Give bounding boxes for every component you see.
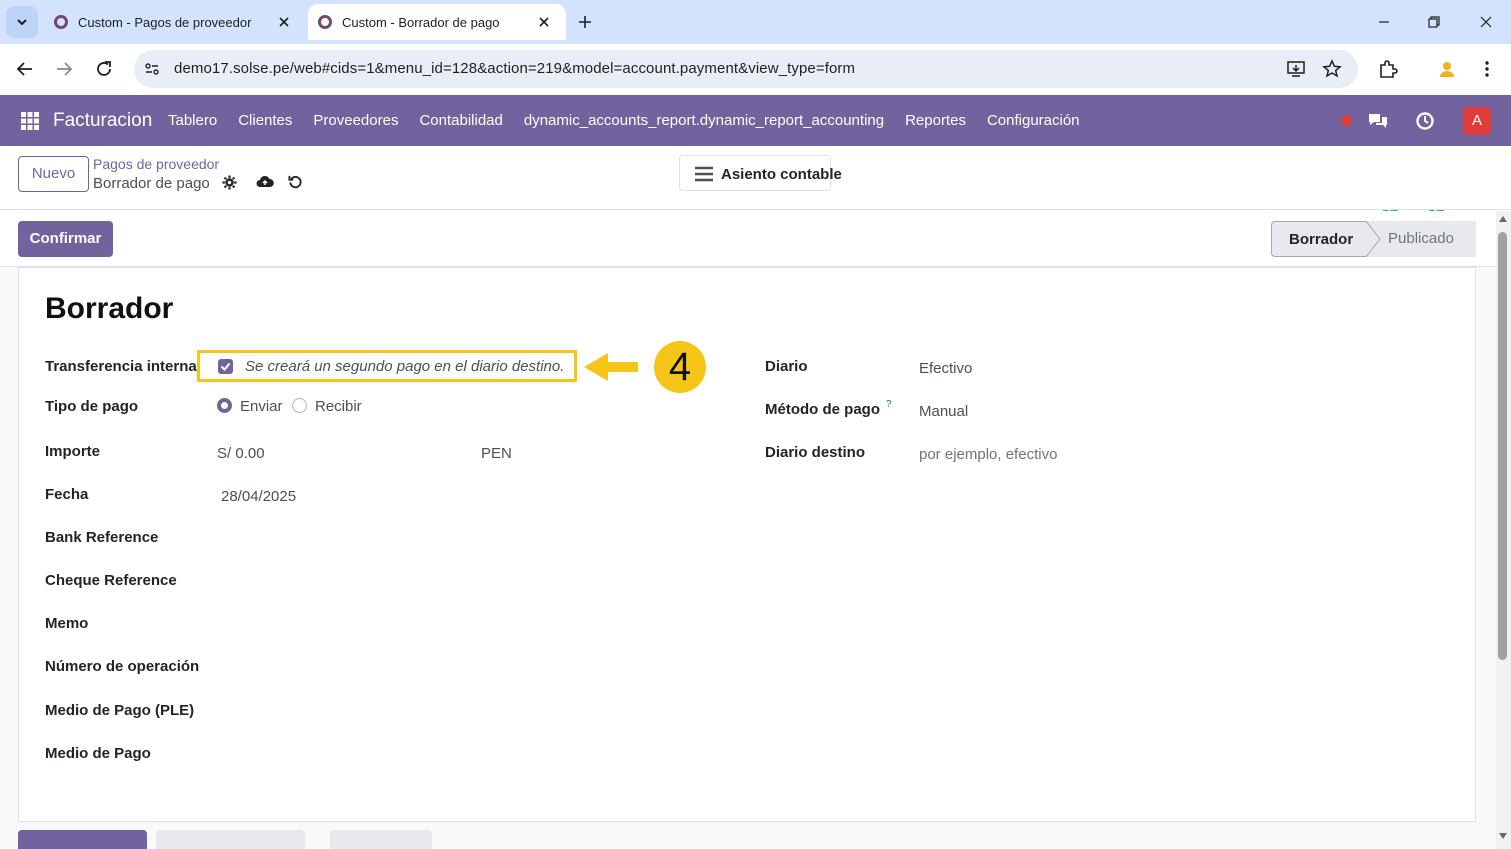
checkmark-icon: [220, 362, 231, 371]
url-text: demo17.solse.pe/web#cids=1&menu_id=128&a…: [174, 60, 856, 77]
scroll-thumb[interactable]: [1498, 232, 1507, 660]
journal-select[interactable]: Efectivo: [919, 360, 972, 377]
cloud-upload-icon[interactable]: [256, 174, 274, 189]
chevron-down-icon: [17, 19, 27, 26]
log-note-button[interactable]: [156, 830, 305, 849]
menu-item-proveedores[interactable]: Proveedores: [313, 112, 398, 129]
breadcrumb-current: Borrador de pago: [93, 175, 210, 192]
confirm-button[interactable]: Confirmar: [18, 221, 113, 257]
odoo-favicon-icon: [54, 15, 68, 29]
stage-borrador: Borrador: [1271, 221, 1367, 257]
chat-bubbles-icon[interactable]: [1367, 111, 1389, 131]
payment-medium-label: Medio de Pago: [45, 745, 151, 762]
journal-label: Diario: [765, 358, 808, 375]
status-dot-icon[interactable]: [1340, 114, 1353, 127]
restore-icon[interactable]: [1424, 12, 1444, 32]
forward-arrow-icon[interactable]: [53, 58, 75, 80]
install-app-icon[interactable]: [1286, 59, 1306, 79]
destination-journal-input[interactable]: por ejemplo, efectivo: [919, 446, 1057, 463]
close-icon[interactable]: [276, 14, 292, 30]
apps-grid-icon[interactable]: [20, 111, 40, 131]
odoo-navbar: Facturacion Tablero Clientes Proveedores…: [0, 95, 1511, 217]
internal-transfer-highlight: Se creará un segundo pago en el diario d…: [197, 350, 577, 382]
memo-label: Memo: [45, 615, 89, 632]
address-bar[interactable]: demo17.solse.pe/web#cids=1&menu_id=128&a…: [134, 50, 1358, 88]
plus-icon[interactable]: [575, 12, 595, 32]
tab-title: Custom - Borrador de pago: [342, 14, 500, 30]
payment-method-label: Método de pago: [765, 401, 880, 418]
tab-title: Custom - Pagos de proveedor: [78, 14, 252, 30]
main-menu: Tablero Clientes Proveedores Contabilida…: [168, 112, 1101, 129]
journal-entry-button[interactable]: Asiento contable: [679, 155, 842, 191]
site-settings-icon[interactable]: [142, 59, 162, 79]
ple-payment-method-label: Medio de Pago (PLE): [45, 702, 195, 719]
amount-input[interactable]: S/ 0.00: [217, 445, 265, 462]
minimize-icon[interactable]: [1374, 12, 1394, 32]
user-avatar[interactable]: A: [1463, 107, 1491, 135]
discard-undo-icon[interactable]: [288, 174, 303, 189]
currency-field[interactable]: PEN: [481, 445, 512, 462]
extensions-icon[interactable]: [1377, 58, 1399, 80]
stage-arrow-icon: [1366, 221, 1381, 257]
app-brand[interactable]: Facturacion: [53, 110, 152, 132]
radio-recibir[interactable]: [292, 398, 307, 413]
control-panel: Nuevo Pagos de proveedor Borrador de pag…: [0, 146, 1511, 210]
record-title: Borrador: [45, 292, 174, 325]
date-input[interactable]: 28/04/2025: [221, 488, 296, 505]
back-arrow-icon[interactable]: [14, 58, 36, 80]
gear-icon[interactable]: [222, 175, 237, 190]
browser-toolbar: demo17.solse.pe/web#cids=1&menu_id=128&a…: [0, 44, 1511, 95]
menu-item-contabilidad[interactable]: Contabilidad: [419, 112, 502, 129]
operation-number-label: Número de operación: [45, 658, 200, 675]
activities-button[interactable]: [330, 830, 432, 849]
menu-item-tablero[interactable]: Tablero: [168, 112, 217, 129]
tab-search-dropdown[interactable]: [6, 6, 38, 38]
scroll-down-icon[interactable]: [1499, 833, 1507, 839]
annotation-step-badge: 4: [654, 341, 706, 393]
close-icon[interactable]: [536, 14, 552, 30]
journal-entry-label: Asiento contable: [721, 166, 842, 183]
form-statusbar: Confirmar Borrador Publicado: [0, 211, 1496, 267]
menu-item-reportes[interactable]: Reportes: [905, 112, 966, 129]
payment-method-select[interactable]: Manual: [919, 403, 968, 420]
close-window-icon[interactable]: [1476, 12, 1496, 32]
menu-item-configuracion[interactable]: Configuración: [987, 112, 1080, 129]
help-tooltip-icon[interactable]: ?: [886, 399, 892, 410]
list-lines-icon: [695, 166, 713, 182]
date-label: Fecha: [45, 486, 89, 503]
radio-recibir-label[interactable]: Recibir: [315, 398, 362, 415]
menu-item-clientes[interactable]: Clientes: [238, 112, 292, 129]
internal-transfer-label: Transferencia interna: [45, 358, 197, 375]
browser-tab-pagos[interactable]: Custom - Pagos de proveedor: [44, 4, 306, 40]
cheque-reference-label: Cheque Reference: [45, 572, 177, 589]
scroll-up-icon[interactable]: [1499, 216, 1507, 222]
bookmark-star-icon[interactable]: [1322, 59, 1342, 79]
kebab-menu-icon[interactable]: [1476, 58, 1498, 80]
internal-transfer-checkbox[interactable]: [218, 359, 233, 374]
profile-icon[interactable]: [1436, 58, 1458, 80]
amount-label: Importe: [45, 443, 101, 460]
radio-enviar[interactable]: [217, 398, 232, 413]
breadcrumb-parent-link[interactable]: Pagos de proveedor: [93, 156, 219, 172]
radio-enviar-label[interactable]: Enviar: [240, 398, 283, 415]
menu-item-dynamic-report[interactable]: dynamic_accounts_report.dynamic_report_a…: [524, 112, 884, 129]
bank-reference-label: Bank Reference: [45, 529, 159, 546]
browser-tabstrip: Custom - Pagos de proveedor Custom - Bor…: [0, 0, 1511, 44]
reload-icon[interactable]: [93, 58, 115, 80]
odoo-favicon-icon: [318, 15, 332, 29]
internal-transfer-note: Se creará un segundo pago en el diario d…: [245, 358, 565, 375]
payment-type-label: Tipo de pago: [45, 398, 139, 415]
activity-clock-icon[interactable]: [1415, 111, 1435, 131]
new-button[interactable]: Nuevo: [18, 156, 89, 192]
stage-publicado[interactable]: Publicado: [1366, 221, 1476, 257]
annotation-arrow-icon: [584, 353, 638, 381]
destination-journal-label: Diario destino: [765, 444, 866, 461]
browser-tab-borrador[interactable]: Custom - Borrador de pago: [308, 4, 566, 40]
send-message-button[interactable]: [18, 830, 147, 849]
